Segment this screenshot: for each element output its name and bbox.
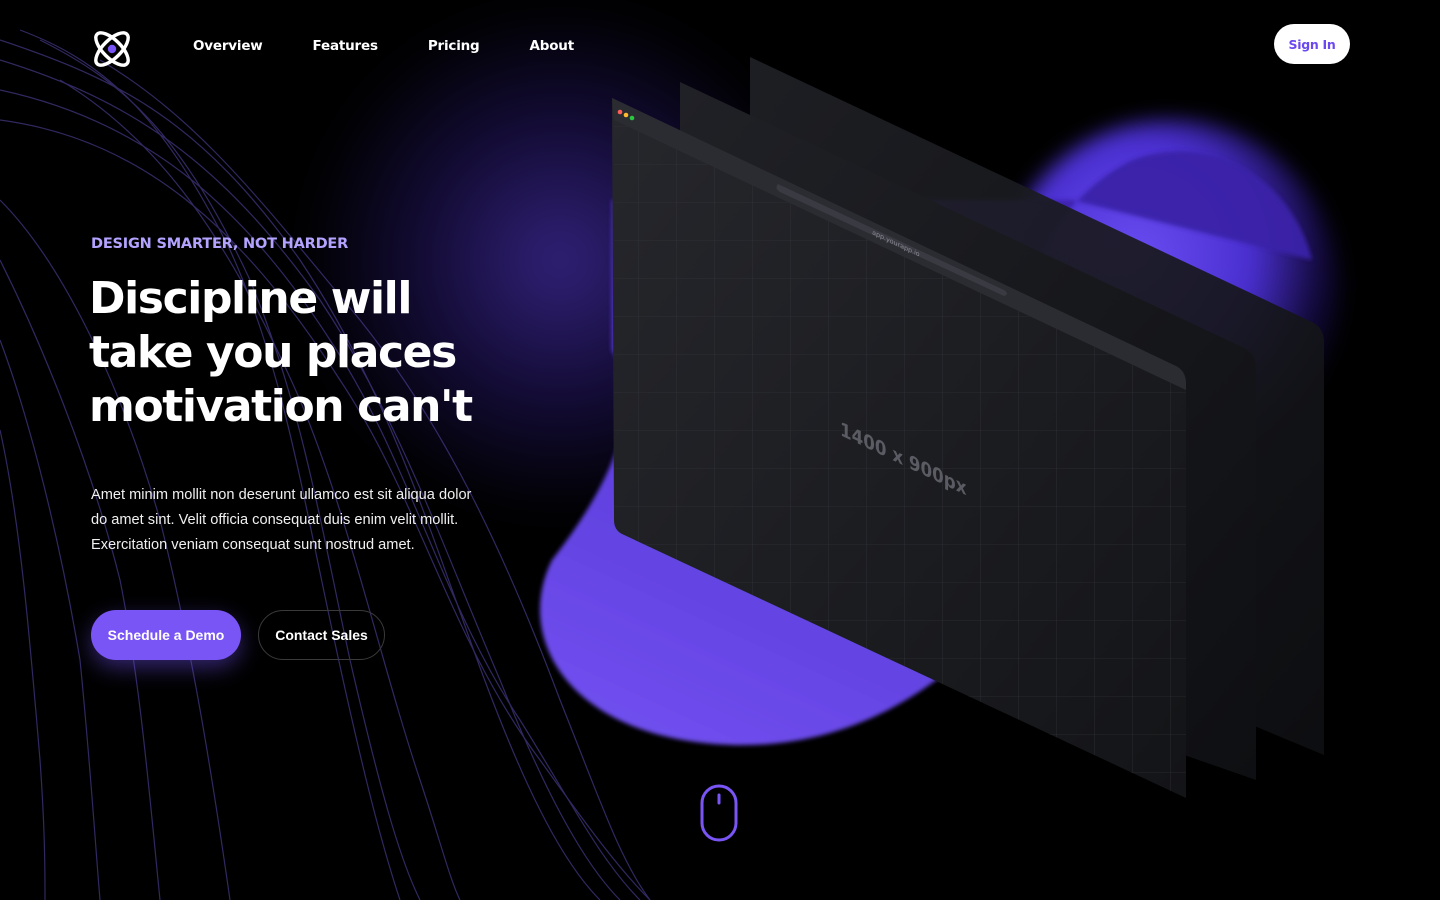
- hero-eyebrow: DESIGN SMARTER, NOT HARDER: [91, 236, 349, 252]
- nav-about[interactable]: About: [530, 38, 575, 54]
- headline-line: take you places: [89, 327, 457, 378]
- description-line: Exercitation veniam consequat sunt nostr…: [91, 537, 415, 553]
- hero-headline: Discipline will take you places motivati…: [89, 272, 529, 434]
- main-nav: Overview Features Pricing About: [193, 38, 624, 54]
- nav-overview[interactable]: Overview: [193, 38, 263, 54]
- browser-mockup-illustration: app.yourapp.io 1400 x 900px: [612, 57, 1324, 798]
- description-line: do amet sint. Velit officia consequat du…: [91, 512, 459, 528]
- mouse-scroll-icon[interactable]: [699, 784, 739, 842]
- description-line: Amet minim mollit non deserunt ullamco e…: [91, 487, 472, 503]
- nav-pricing[interactable]: Pricing: [428, 38, 480, 54]
- headline-line: motivation can't: [89, 381, 473, 432]
- contact-sales-button[interactable]: Contact Sales: [258, 610, 385, 660]
- nav-features[interactable]: Features: [313, 38, 378, 54]
- headline-line: Discipline will: [89, 273, 412, 324]
- schedule-demo-button[interactable]: Schedule a Demo: [91, 610, 241, 660]
- atom-logo-icon[interactable]: [89, 26, 135, 72]
- hero-description: Amet minim mollit non deserunt ullamco e…: [91, 483, 481, 558]
